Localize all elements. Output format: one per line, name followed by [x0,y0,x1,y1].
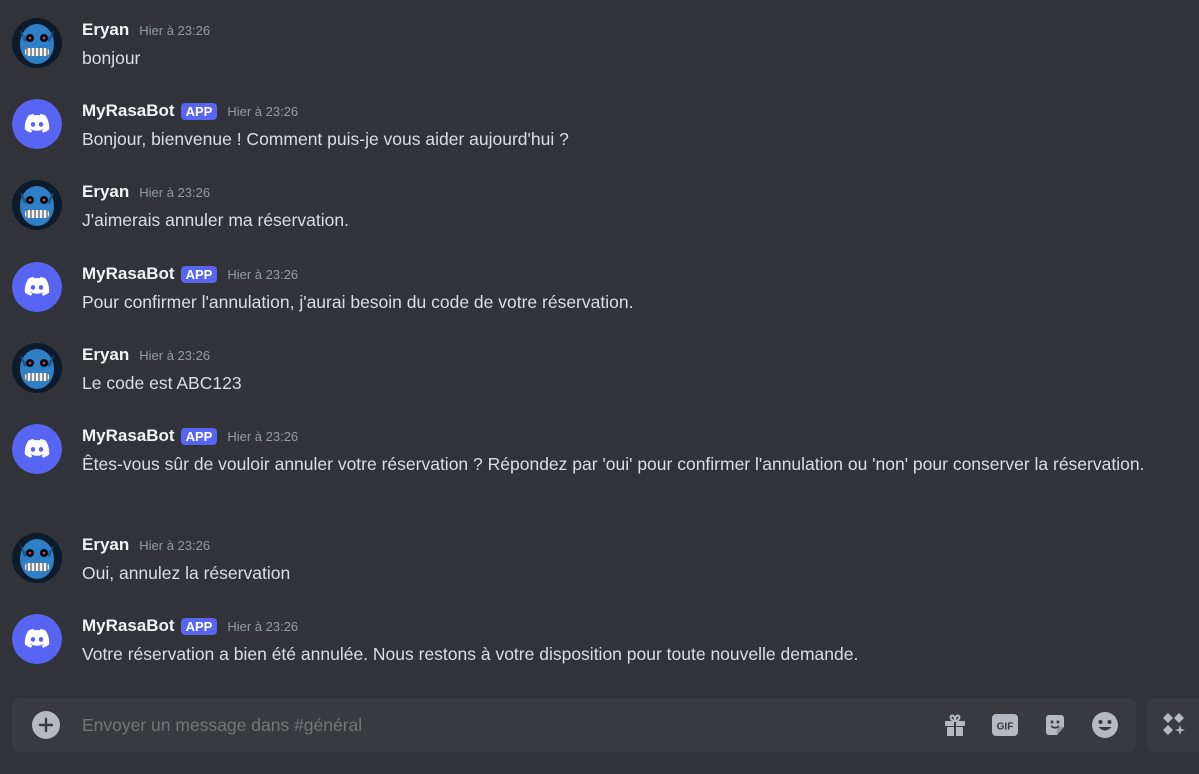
username[interactable]: Eryan [82,345,129,365]
message-text: Pour confirmer l'annulation, j'aurai bes… [82,292,634,312]
apps-button[interactable] [1159,710,1189,740]
sticker-icon [1046,715,1064,735]
message-timestamp: Hier à 23:26 [139,22,211,38]
username[interactable]: Eryan [82,182,129,202]
message-text: Le code est ABC123 [82,373,242,393]
app-badge: APP [180,102,218,120]
message-text: Bonjour, bienvenue ! Comment puis-je vou… [82,129,569,149]
message-timestamp: Hier à 23:26 [139,537,211,553]
message-timestamp: Hier à 23:26 [227,266,299,282]
message-timestamp: Hier à 23:26 [227,618,299,634]
username[interactable]: Eryan [82,20,129,40]
bot-avatar[interactable] [12,424,62,474]
message-list: Eryan Hier à 23:26 bonjour MyRasaBot APP… [0,0,1199,690]
message-text: Oui, annulez la réservation [82,563,291,583]
message-text: Êtes-vous sûr de vouloir annuler votre r… [82,454,1145,474]
discord-logo-icon [12,424,62,474]
skull-avatar-icon [12,18,62,68]
message-input[interactable] [82,698,902,752]
username[interactable]: MyRasaBot [82,101,175,121]
gift-button[interactable] [940,710,970,740]
gift-icon [945,714,965,736]
discord-logo-icon [12,99,62,149]
gif-label: GIF [997,722,1014,733]
bot-avatar[interactable] [12,614,62,664]
user-avatar[interactable] [12,18,62,68]
bot-avatar[interactable] [12,262,62,312]
discord-logo-icon [12,262,62,312]
message-timestamp: Hier à 23:26 [227,103,299,119]
user-avatar[interactable] [12,533,62,583]
message-timestamp: Hier à 23:26 [139,184,211,200]
message-timestamp: Hier à 23:26 [139,347,211,363]
message-composer: GIF [12,698,1136,752]
username[interactable]: MyRasaBot [82,264,175,284]
username[interactable]: MyRasaBot [82,426,175,446]
add-attachment-button[interactable] [32,711,60,739]
user-avatar[interactable] [12,180,62,230]
app-badge: APP [180,265,218,283]
user-avatar[interactable] [12,343,62,393]
add-icon [38,717,54,733]
bot-avatar[interactable] [12,99,62,149]
skull-avatar-icon [12,180,62,230]
emoji-icon [1092,712,1118,738]
gif-icon: GIF [992,714,1018,736]
username[interactable]: MyRasaBot [82,616,175,636]
message-text: J'aimerais annuler ma réservation. [82,210,349,230]
skull-avatar-icon [12,533,62,583]
app-badge: APP [180,617,218,635]
gif-button[interactable]: GIF [990,710,1020,740]
discord-logo-icon [12,614,62,664]
sticker-button[interactable] [1040,710,1070,740]
apps-icon [1163,713,1185,735]
message-text: bonjour [82,48,141,68]
skull-avatar-icon [12,343,62,393]
username[interactable]: Eryan [82,535,129,555]
emoji-button[interactable] [1090,710,1120,740]
apps-launcher [1147,698,1199,752]
message-timestamp: Hier à 23:26 [227,428,299,444]
message-text: Votre réservation a bien été annulée. No… [82,644,859,664]
app-badge: APP [180,427,218,445]
